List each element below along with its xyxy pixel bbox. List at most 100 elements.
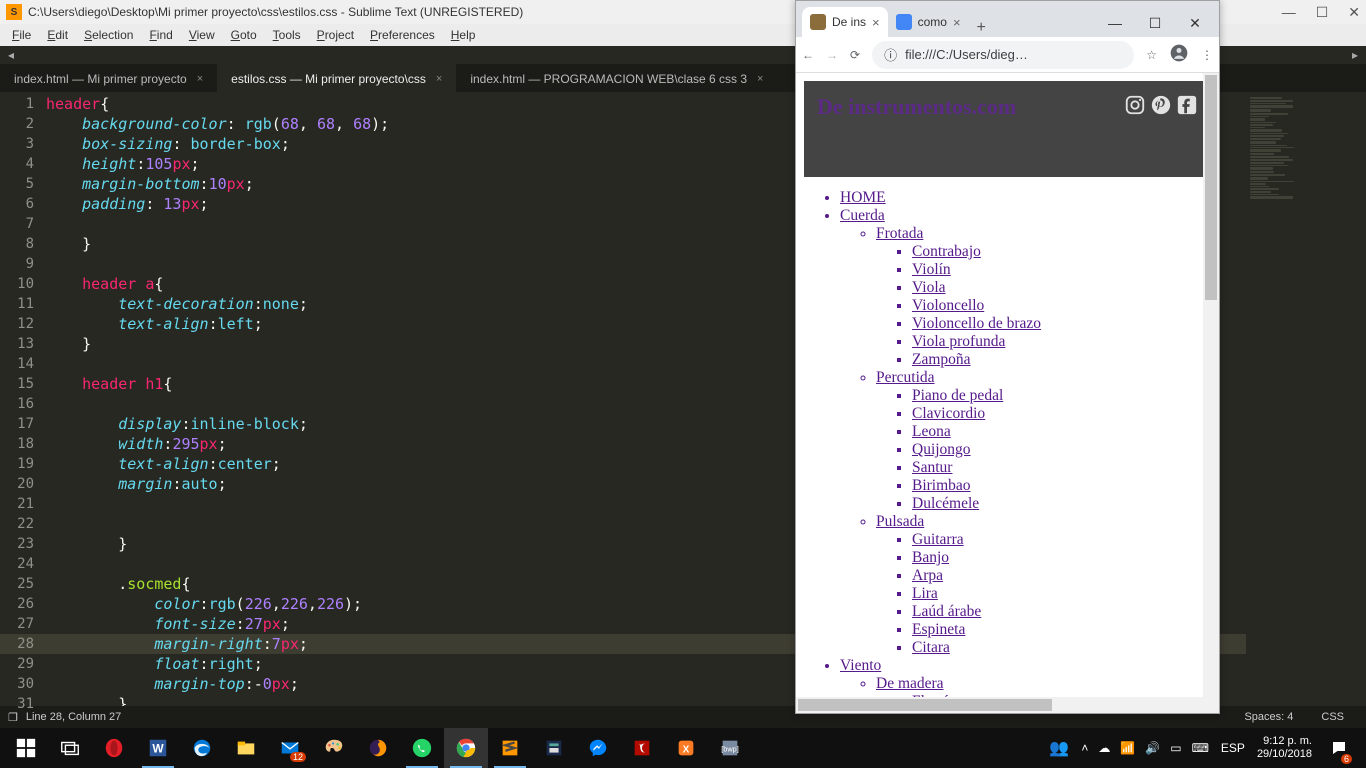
start-button[interactable]: [4, 728, 48, 768]
tab-scroll-right-icon[interactable]: ▸: [1344, 48, 1366, 62]
minimize-button[interactable]: —: [1282, 4, 1296, 21]
close-button[interactable]: ✕: [1348, 4, 1360, 21]
chrome-maximize-button[interactable]: ☐: [1137, 9, 1173, 37]
nav-link[interactable]: Arpa: [912, 567, 943, 584]
tab-close-icon[interactable]: ×: [197, 73, 203, 85]
menu-file[interactable]: File: [4, 26, 39, 44]
taskbar-app-icon[interactable]: [532, 728, 576, 768]
nav-link[interactable]: Quijongo: [912, 441, 971, 458]
nav-link[interactable]: Pulsada: [876, 513, 924, 530]
nav-link[interactable]: Birimbao: [912, 477, 971, 494]
nav-link[interactable]: Viola: [912, 279, 946, 296]
tray-volume-icon[interactable]: 🔊: [1145, 741, 1160, 755]
taskbar-acrobat-icon[interactable]: [620, 728, 664, 768]
nav-link[interactable]: Clavicordio: [912, 405, 985, 422]
vertical-scrollbar[interactable]: [1203, 73, 1219, 697]
profile-icon[interactable]: [1169, 43, 1189, 66]
menu-preferences[interactable]: Preferences: [362, 26, 443, 44]
taskbar-explorer-icon[interactable]: [224, 728, 268, 768]
nav-link[interactable]: Guitarra: [912, 531, 964, 548]
sublime-tab[interactable]: index.html — Mi primer proyecto×: [0, 64, 217, 92]
tab-close-icon[interactable]: ×: [757, 73, 763, 85]
new-tab-button[interactable]: +: [969, 19, 994, 37]
tray-network-icon[interactable]: 📶: [1120, 741, 1135, 755]
nav-link[interactable]: Piano de pedal: [912, 387, 1003, 404]
menu-help[interactable]: Help: [443, 26, 484, 44]
back-button[interactable]: ←: [802, 48, 814, 62]
nav-link[interactable]: HOME: [840, 189, 886, 206]
status-indentation[interactable]: Spaces: 4: [1230, 711, 1307, 723]
sublime-tab[interactable]: estilos.css — Mi primer proyecto\css×: [217, 64, 456, 92]
menu-icon[interactable]: ⋮: [1201, 48, 1213, 62]
nav-link[interactable]: Dulcémele: [912, 495, 979, 512]
tab-scroll-left-icon[interactable]: ◂: [0, 48, 22, 62]
taskbar-paint-icon[interactable]: [312, 728, 356, 768]
nav-link[interactable]: Leona: [912, 423, 951, 440]
tab-close-icon[interactable]: ×: [436, 73, 442, 85]
chrome-close-button[interactable]: ✕: [1177, 9, 1213, 37]
tray-battery-icon[interactable]: ▭: [1170, 741, 1181, 755]
taskbar-word-icon[interactable]: W: [136, 728, 180, 768]
menu-selection[interactable]: Selection: [76, 26, 141, 44]
nav-link[interactable]: Violín: [912, 261, 951, 278]
nav-link[interactable]: Cuerda: [840, 207, 885, 224]
nav-link[interactable]: Violoncello: [912, 297, 984, 314]
sublime-tab[interactable]: index.html — PROGRAMACION WEB\clase 6 cs…: [456, 64, 777, 92]
nav-link[interactable]: Espineta: [912, 621, 965, 638]
instagram-icon[interactable]: [1124, 94, 1146, 164]
facebook-icon[interactable]: [1176, 94, 1198, 164]
chrome-tab[interactable]: De ins×: [802, 7, 888, 37]
tray-onedrive-icon[interactable]: ☁: [1098, 741, 1110, 755]
nav-link[interactable]: Percutida: [876, 369, 935, 386]
nav-link[interactable]: Contrabajo: [912, 243, 981, 260]
nav-link[interactable]: De madera: [876, 675, 944, 692]
tray-chevron-icon[interactable]: ˄: [1081, 741, 1088, 755]
taskbar-chrome-icon[interactable]: [444, 728, 488, 768]
nav-link[interactable]: Viola profunda: [912, 333, 1005, 350]
nav-link[interactable]: Zampoña: [912, 351, 971, 368]
nav-link[interactable]: Santur: [912, 459, 952, 476]
chrome-viewport[interactable]: De instrumentos.com HOMECuerdaFrotadaCon…: [796, 73, 1219, 713]
taskbar-mail-icon[interactable]: 12: [268, 728, 312, 768]
address-bar[interactable]: ⓘ file:///C:/Users/dieg…: [872, 41, 1134, 69]
tab-close-icon[interactable]: ×: [953, 15, 961, 30]
taskbar-opera-icon[interactable]: [92, 728, 136, 768]
nav-link[interactable]: Lira: [912, 585, 938, 602]
nav-link[interactable]: Violoncello de brazo: [912, 315, 1041, 332]
menu-project[interactable]: Project: [309, 26, 362, 44]
pinterest-icon[interactable]: [1150, 94, 1172, 164]
forward-button[interactable]: →: [826, 48, 838, 62]
chrome-minimize-button[interactable]: —: [1097, 9, 1133, 37]
taskbar-whatsapp-icon[interactable]: [400, 728, 444, 768]
taskbar-sublime-icon[interactable]: [488, 728, 532, 768]
taskbar-xampp-icon[interactable]: X: [664, 728, 708, 768]
maximize-button[interactable]: ☐: [1316, 4, 1329, 21]
menu-tools[interactable]: Tools: [265, 26, 309, 44]
menu-goto[interactable]: Goto: [223, 26, 265, 44]
menu-view[interactable]: View: [181, 26, 223, 44]
taskbar-firefox-icon[interactable]: [356, 728, 400, 768]
taskbar-edge-icon[interactable]: [180, 728, 224, 768]
nav-link[interactable]: Citara: [912, 639, 950, 656]
minimap[interactable]: [1246, 92, 1366, 706]
tray-keyboard-icon[interactable]: ⌨: [1192, 741, 1209, 755]
task-view-button[interactable]: [48, 728, 92, 768]
menu-find[interactable]: Find: [141, 26, 180, 44]
action-center-button[interactable]: 6: [1324, 728, 1354, 768]
taskbar-messenger-icon[interactable]: [576, 728, 620, 768]
nav-link[interactable]: Frotada: [876, 225, 923, 242]
nav-link[interactable]: Viento: [840, 657, 881, 674]
star-icon[interactable]: ☆: [1146, 48, 1157, 62]
reload-button[interactable]: ⟳: [850, 48, 860, 62]
tab-close-icon[interactable]: ×: [872, 15, 880, 30]
nav-link[interactable]: Banjo: [912, 549, 949, 566]
status-syntax[interactable]: CSS: [1307, 711, 1358, 723]
chrome-tab[interactable]: como×: [888, 7, 969, 37]
taskbar-bwp-icon[interactable]: [bwp]: [708, 728, 752, 768]
tray-clock[interactable]: 9:12 p. m. 29/10/2018: [1257, 735, 1312, 761]
nav-link[interactable]: Laúd árabe: [912, 603, 981, 620]
horizontal-scrollbar[interactable]: [796, 697, 1219, 713]
tray-language[interactable]: ESP: [1221, 741, 1245, 755]
menu-edit[interactable]: Edit: [39, 26, 76, 44]
people-icon[interactable]: 👥: [1049, 738, 1069, 758]
